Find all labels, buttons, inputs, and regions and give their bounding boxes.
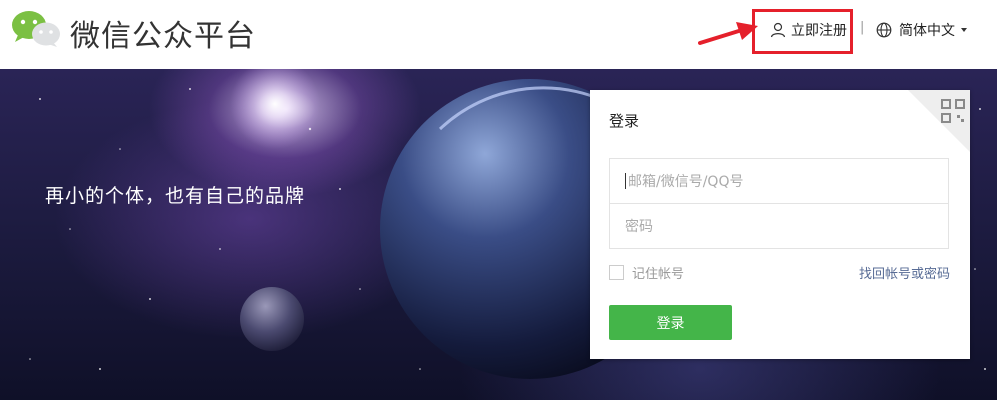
login-panel: 登录 邮箱/微信号/QQ号 密码 记住帐号 找回帐号或密码 登录 <box>590 90 970 359</box>
password-placeholder: 密码 <box>625 219 653 235</box>
login-title: 登录 <box>609 112 640 130</box>
wechat-logo-icon[interactable] <box>10 8 62 48</box>
register-label: 立即注册 <box>791 23 847 39</box>
forgot-link[interactable]: 找回帐号或密码 <box>859 263 950 282</box>
small-planet <box>240 287 304 351</box>
login-button[interactable]: 登录 <box>609 305 732 340</box>
brand-title: 微信公众平台 <box>70 19 256 54</box>
top-header: 微信公众平台 立即注册 | 简体中文 <box>0 0 997 69</box>
header-separator: | <box>860 20 865 35</box>
account-input[interactable]: 邮箱/微信号/QQ号 <box>609 158 949 204</box>
remember-account[interactable]: 记住帐号 <box>609 263 684 282</box>
password-input[interactable]: 密码 <box>609 203 949 249</box>
register-link[interactable]: 立即注册 <box>770 20 847 40</box>
language-label: 简体中文 <box>899 23 955 39</box>
user-icon <box>770 22 786 38</box>
account-placeholder: 邮箱/微信号/QQ号 <box>628 174 744 190</box>
light-flare <box>230 69 320 149</box>
qr-code-icon[interactable] <box>908 90 970 152</box>
globe-icon <box>876 22 892 38</box>
hero-slogan: 再小的个体，也有自己的品牌 <box>45 185 306 207</box>
language-selector[interactable]: 简体中文 <box>876 20 967 40</box>
remember-label: 记住帐号 <box>632 267 685 282</box>
remember-checkbox[interactable] <box>609 265 624 280</box>
caret-down-icon <box>961 28 967 32</box>
annotation-arrow <box>698 22 758 45</box>
